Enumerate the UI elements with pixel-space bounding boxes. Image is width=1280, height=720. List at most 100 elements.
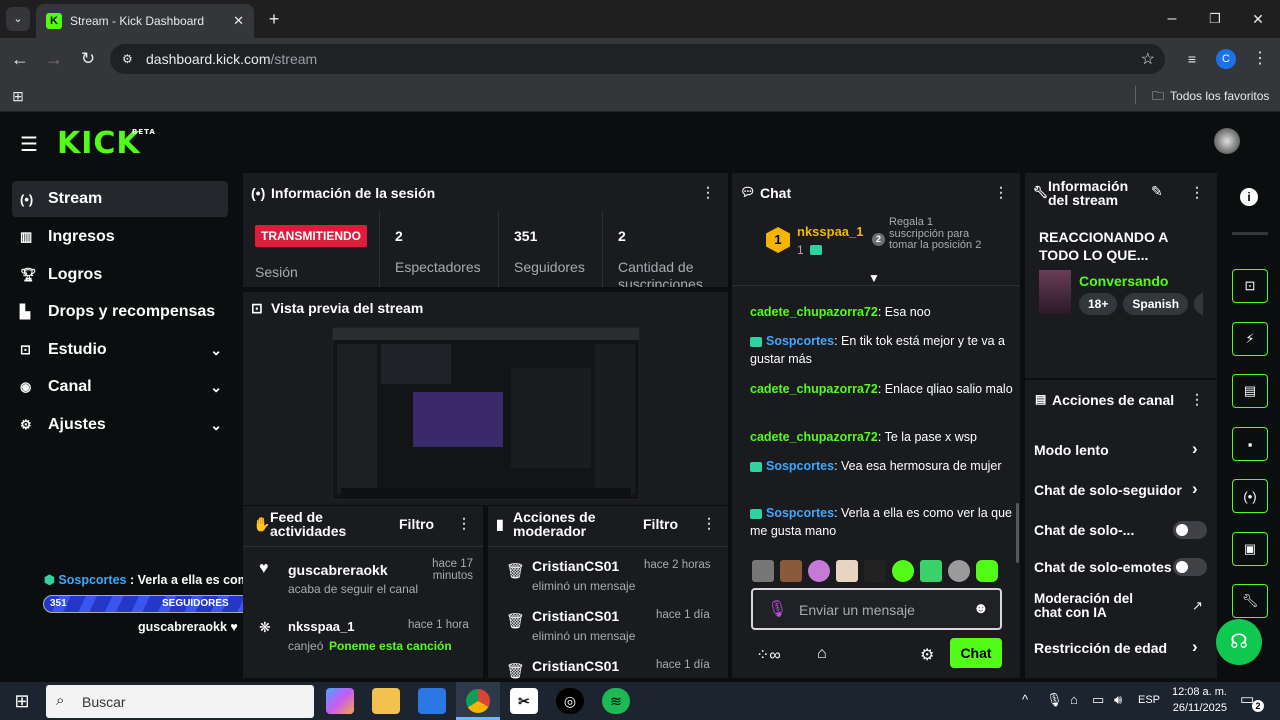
volume-icon[interactable]: 🔊︎ xyxy=(1114,692,1122,708)
site-settings-icon[interactable]: ⚙ xyxy=(122,52,133,66)
chat-user[interactable]: Sospcortes xyxy=(766,334,834,348)
battery-icon[interactable]: ▭ xyxy=(1092,692,1104,708)
minimize-icon[interactable]: – xyxy=(1160,7,1184,31)
chat-input[interactable]: 🎙︎ Enviar un mensaje ☻ xyxy=(751,588,1002,630)
chat-popout-button[interactable]: ▪ xyxy=(1232,427,1268,461)
microphone-tray-icon[interactable]: 🎙︎ xyxy=(1046,692,1063,708)
taskbar-search[interactable]: ⌕ Buscar xyxy=(46,685,314,718)
info-icon[interactable]: i xyxy=(1240,188,1258,206)
emoji-icon[interactable]: ☻ xyxy=(973,600,989,617)
clock-date[interactable]: 26/11/2025 xyxy=(1165,702,1227,714)
user-avatar[interactable] xyxy=(1214,128,1240,154)
video-button[interactable]: ▣ xyxy=(1232,532,1268,566)
emote-icon[interactable] xyxy=(836,560,858,582)
tab-search-icon[interactable]: ⌄ xyxy=(6,7,30,31)
stream-tag[interactable]: B xyxy=(1194,293,1203,315)
chat-user[interactable]: cadete_chupazorra72 xyxy=(750,305,878,319)
stream-category[interactable]: Conversando xyxy=(1079,273,1168,289)
screenshot-button[interactable]: ⊡ xyxy=(1232,269,1268,303)
profile-avatar[interactable]: C xyxy=(1216,49,1236,69)
network-icon[interactable]: ⌂ xyxy=(1070,692,1078,707)
notes-button[interactable]: ▤ xyxy=(1232,374,1268,408)
gift-sub-prompt[interactable]: Regala 1 suscripción para tomar la posic… xyxy=(889,216,989,252)
reload-icon[interactable]: ↻ xyxy=(76,47,100,71)
forward-icon[interactable]: → xyxy=(42,47,66,71)
emote-icon[interactable] xyxy=(864,560,886,582)
sidebar-item-drops[interactable]: ▙ Drops y recompensas xyxy=(12,294,228,330)
channel-action-slow-mode[interactable]: Modo lento › xyxy=(1025,436,1217,464)
emote-icon[interactable] xyxy=(752,560,774,582)
copilot-icon[interactable] xyxy=(326,688,354,714)
address-bar[interactable]: ⚙ dashboard.kick.com/stream ☆ xyxy=(110,44,1165,74)
tools-button[interactable]: 🔧︎ xyxy=(1232,584,1268,618)
emote-icon[interactable] xyxy=(948,560,970,582)
chat-user[interactable]: Sospcortes xyxy=(766,506,834,520)
stream-tag[interactable]: 18+ xyxy=(1079,293,1118,315)
bookmark-star-icon[interactable]: ☆ xyxy=(1141,49,1155,69)
emote-icon[interactable] xyxy=(892,560,914,582)
emote-icon[interactable] xyxy=(976,560,998,582)
channel-action-age-restriction[interactable]: Restricción de edad › xyxy=(1025,634,1217,662)
stream-preview-video[interactable] xyxy=(332,327,640,500)
browser-menu-icon[interactable]: ⋮ xyxy=(1248,47,1272,71)
spotify-icon[interactable]: ≋ xyxy=(602,688,630,714)
chrome-taskbar-item[interactable] xyxy=(456,682,500,720)
all-bookmarks[interactable]: 🗀 Todos los favoritos xyxy=(1152,87,1269,108)
windows-start-icon[interactable]: ⊞ xyxy=(8,688,36,714)
more-options-icon[interactable]: ⋮ xyxy=(701,184,715,201)
chat-scrollbar[interactable] xyxy=(1016,503,1019,563)
collapse-leaderboard-icon[interactable]: ▼ xyxy=(868,271,880,285)
leaderboard-user[interactable]: nksspaa_1 xyxy=(797,224,864,239)
channel-action-ai-moderation[interactable]: Moderación del chat con IA ↗ xyxy=(1025,590,1217,624)
obs-icon[interactable]: ◎ xyxy=(556,688,584,714)
chat-user[interactable]: cadete_chupazorra72 xyxy=(750,430,878,444)
broadcast-button[interactable]: (•) xyxy=(1232,479,1268,513)
more-options-icon[interactable]: ⋮ xyxy=(1190,184,1204,201)
media-control-icon[interactable]: ≡ xyxy=(1180,47,1204,71)
capcut-icon[interactable]: ✂ xyxy=(510,688,538,714)
tray-chevron-icon[interactable]: ^ xyxy=(1022,692,1028,707)
store-app-icon[interactable] xyxy=(418,688,446,714)
tab-close-icon[interactable]: ✕ xyxy=(233,13,244,29)
apps-grid-icon[interactable]: ⊞ xyxy=(6,84,30,108)
emote-icon[interactable] xyxy=(920,560,942,582)
chat-send-button[interactable]: Chat xyxy=(950,638,1002,668)
sidebar-item-stream[interactable]: (•) Stream xyxy=(12,181,228,217)
chat-user[interactable]: Sospcortes xyxy=(766,459,834,473)
window-close-icon[interactable]: ✕ xyxy=(1246,7,1270,31)
new-tab-icon[interactable]: + xyxy=(262,7,286,31)
restore-icon[interactable]: ❐ xyxy=(1203,7,1227,31)
emote-icon[interactable] xyxy=(808,560,830,582)
edit-pencil-icon[interactable]: ✎ xyxy=(1151,183,1163,200)
activity-filter-button[interactable]: Filtro xyxy=(399,516,434,532)
emote-icon[interactable] xyxy=(780,560,802,582)
support-chat-button[interactable]: ☊ xyxy=(1216,619,1262,665)
emotes-only-toggle[interactable] xyxy=(1173,558,1207,576)
subs-only-toggle[interactable] xyxy=(1173,521,1207,539)
channel-action-followers-only[interactable]: Chat de solo-seguidores › xyxy=(1025,476,1217,504)
chat-user[interactable]: cadete_chupazorra72 xyxy=(750,382,878,396)
sidebar-item-ajustes[interactable]: ⚙ Ajustes ⌄ xyxy=(12,407,228,443)
more-options-icon[interactable]: ⋮ xyxy=(1190,391,1204,408)
power-ups-icon[interactable]: ⁘∞ xyxy=(756,645,781,665)
more-options-icon[interactable]: ⋮ xyxy=(457,515,471,532)
sidebar-item-ingresos[interactable]: ▥ Ingresos xyxy=(12,219,228,255)
microphone-icon[interactable]: 🎙︎ xyxy=(767,599,787,619)
mod-filter-button[interactable]: Filtro xyxy=(643,516,678,532)
browser-tab[interactable]: K Stream - Kick Dashboard ✕ xyxy=(36,4,254,38)
quick-action-button[interactable]: ⚡︎ xyxy=(1232,322,1268,356)
file-explorer-icon[interactable] xyxy=(372,688,400,714)
more-options-icon[interactable]: ⋮ xyxy=(994,184,1008,201)
back-icon[interactable]: ← xyxy=(8,47,32,71)
sidebar-item-logros[interactable]: 🏆︎ Logros xyxy=(12,257,228,293)
chat-settings-icon[interactable]: ⚙ xyxy=(920,645,934,665)
more-options-icon[interactable]: ⋮ xyxy=(702,515,716,532)
clock-time[interactable]: 12:08 a. m. xyxy=(1169,686,1227,698)
sidebar-item-estudio[interactable]: ⊡ Estudio ⌄ xyxy=(12,332,228,368)
sidebar-item-canal[interactable]: ◉ Canal ⌄ xyxy=(12,369,228,405)
language-indicator[interactable]: ESP xyxy=(1138,694,1160,706)
kick-logo[interactable]: KICK BETA xyxy=(57,126,155,161)
stream-tag[interactable]: Spanish xyxy=(1123,293,1189,315)
hamburger-menu-icon[interactable]: ☰ xyxy=(20,132,38,157)
store-icon[interactable]: ⌂ xyxy=(817,645,827,663)
